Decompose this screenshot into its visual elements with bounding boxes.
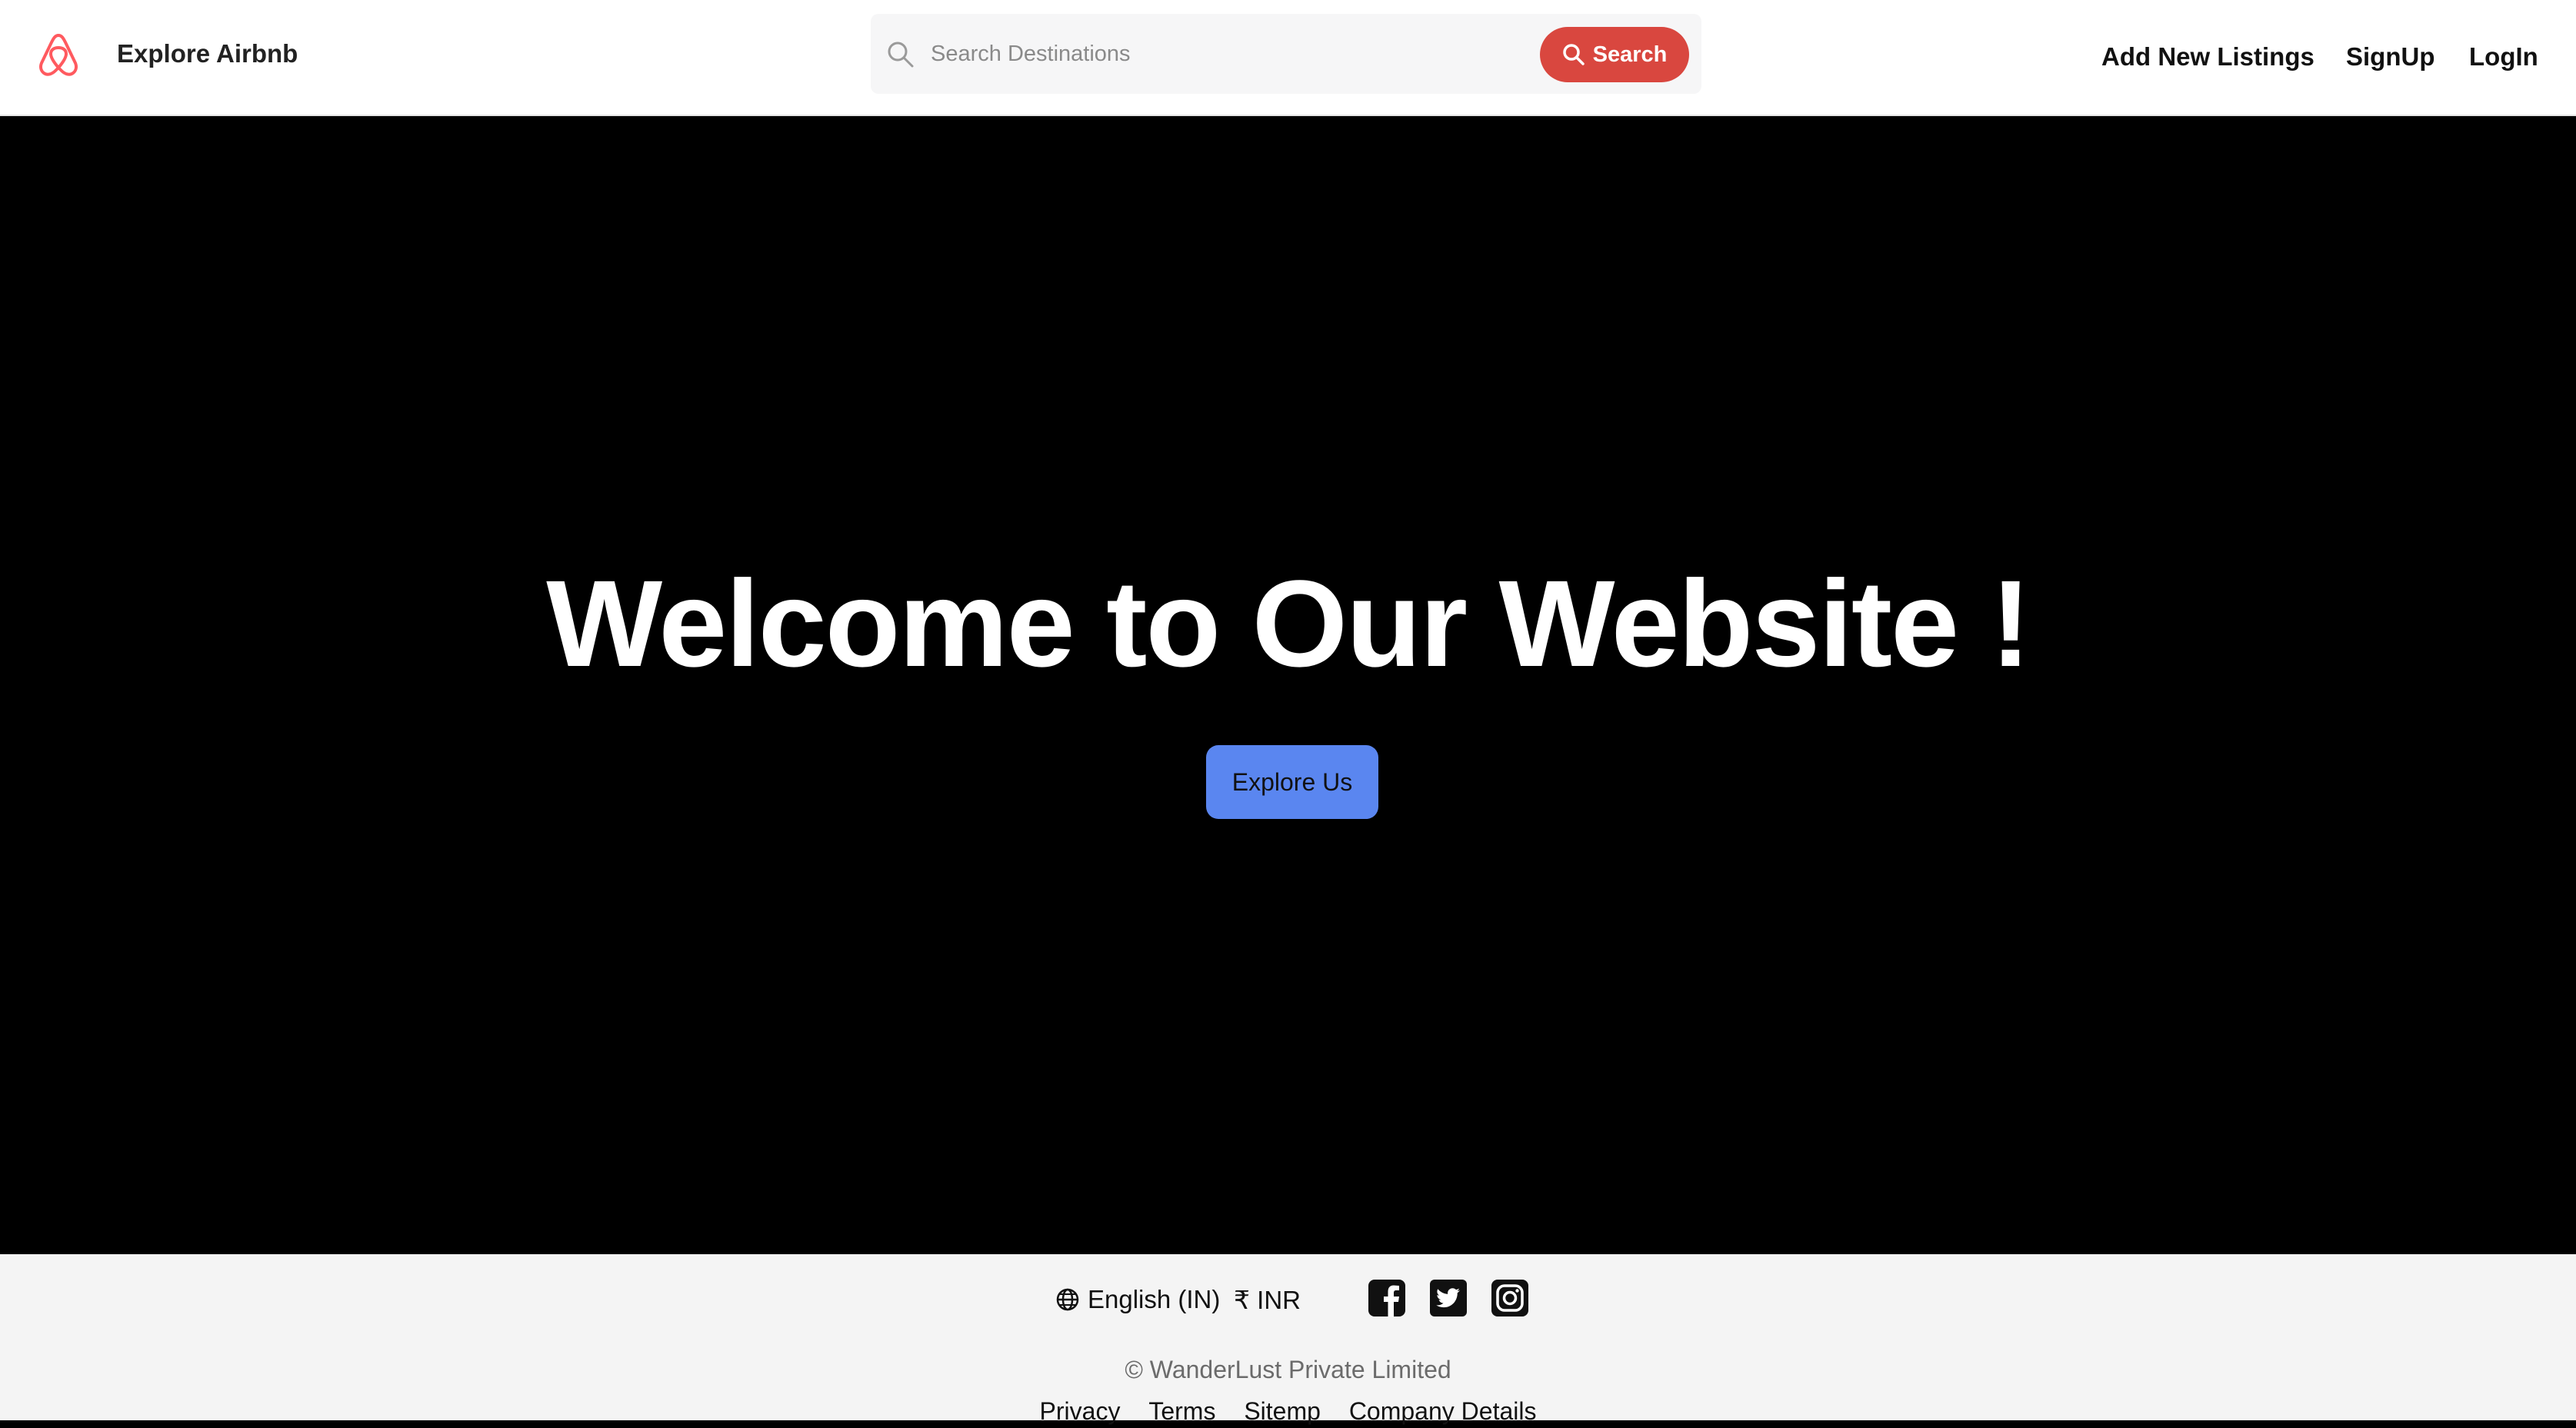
hero-section: Welcome to Our Website ! Explore Us bbox=[0, 116, 2576, 1254]
copyright-text: WanderLust Private Limited bbox=[1149, 1356, 1451, 1383]
search-input[interactable] bbox=[931, 31, 1531, 77]
search-button[interactable]: Search bbox=[1540, 27, 1689, 82]
sitemap-link[interactable]: Sitemp bbox=[1244, 1397, 1321, 1425]
signup-link[interactable]: SignUp bbox=[2346, 38, 2434, 75]
company-details-link[interactable]: Company Details bbox=[1349, 1397, 1537, 1425]
search-button-label: Search bbox=[1592, 42, 1668, 67]
explore-us-button[interactable]: Explore Us bbox=[1206, 745, 1378, 819]
footer: English (IN) ₹ INR © WanderLust Private … bbox=[0, 1254, 2576, 1425]
search-icon bbox=[888, 42, 914, 68]
currency-selector[interactable]: ₹ INR bbox=[1234, 1285, 1301, 1315]
navbar: Explore Airbnb Search Add New Listings S… bbox=[0, 0, 2576, 116]
brand-link[interactable]: Explore Airbnb bbox=[117, 37, 298, 71]
privacy-link[interactable]: Privacy bbox=[1040, 1397, 1121, 1425]
search-button-icon bbox=[1562, 44, 1585, 65]
hero-title: Welcome to Our Website ! bbox=[546, 554, 2031, 692]
globe-icon bbox=[1056, 1288, 1079, 1311]
login-link[interactable]: LogIn bbox=[2469, 38, 2538, 75]
add-new-listings-link[interactable]: Add New Listings bbox=[2101, 38, 2314, 75]
copyright: © WanderLust Private Limited bbox=[0, 1353, 2576, 1386]
search-bar: Search bbox=[871, 14, 1701, 94]
terms-link[interactable]: Terms bbox=[1148, 1397, 1215, 1425]
language-selector[interactable]: English (IN) bbox=[1055, 1285, 1220, 1314]
airbnb-logo-icon[interactable] bbox=[34, 29, 83, 80]
facebook-icon[interactable] bbox=[1366, 1277, 1408, 1319]
instagram-icon[interactable] bbox=[1489, 1277, 1531, 1319]
copyright-icon: © bbox=[1125, 1356, 1143, 1383]
twitter-icon[interactable] bbox=[1428, 1277, 1469, 1319]
language-label: English (IN) bbox=[1088, 1285, 1221, 1313]
footer-links: Privacy Terms Sitemp Company Details bbox=[0, 1394, 2576, 1428]
footer-top-row: English (IN) ₹ INR bbox=[0, 1277, 2576, 1328]
